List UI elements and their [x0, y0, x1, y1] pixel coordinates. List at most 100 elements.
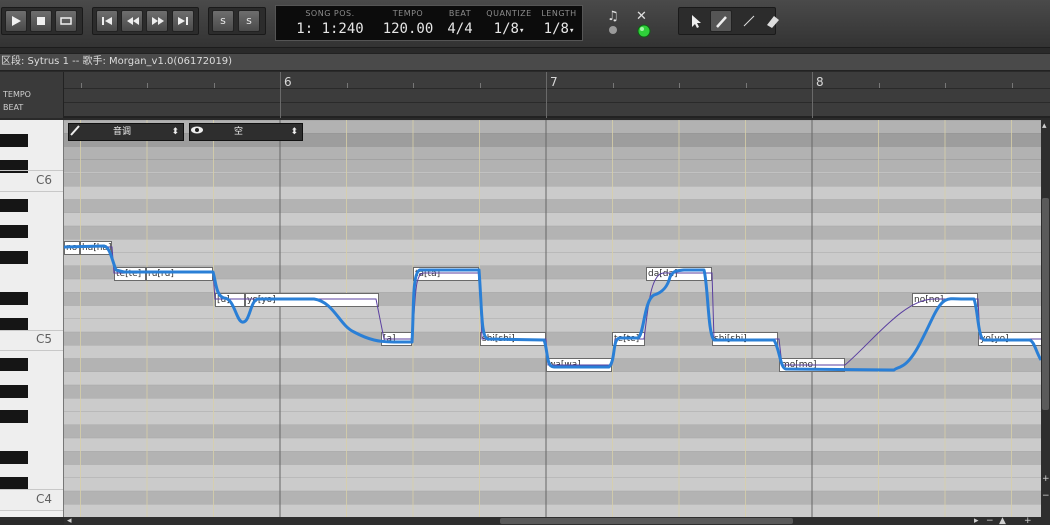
piano-keyboard[interactable]: C6 C5 C4: [0, 120, 64, 517]
octave-label-c5: C5: [36, 332, 53, 346]
eye-icon: [191, 126, 203, 134]
select-tool-icon: [692, 15, 701, 28]
beat-display[interactable]: BEAT 4/4: [442, 9, 478, 37]
scroll-left-icon[interactable]: ◂: [67, 517, 72, 525]
fast-forward-button[interactable]: [146, 10, 168, 32]
black-key[interactable]: [0, 199, 28, 212]
svg-text:✕: ✕: [636, 9, 647, 24]
music-note-icon: ♫: [607, 9, 619, 34]
black-key[interactable]: [0, 160, 28, 173]
pencil-tool[interactable]: [710, 10, 732, 32]
octave-label-c6: C6: [36, 173, 53, 187]
metronome-toggle[interactable]: ♫: [603, 6, 625, 34]
black-key[interactable]: [0, 225, 28, 238]
song-pos-value: 1: 1:240: [296, 21, 364, 37]
song-pos-label: SONG POS.: [305, 9, 355, 18]
toolbar: s s SONG POS. 1: 1:240 TEMPO 120.00 BEAT…: [0, 0, 1050, 48]
black-key[interactable]: [0, 292, 28, 305]
length-dropdown-icon[interactable]: ▾: [569, 26, 574, 36]
white-key-divider: [0, 350, 63, 351]
beat-tick: [879, 83, 880, 88]
song-position[interactable]: SONG POS. 1: 1:240: [286, 9, 374, 37]
view-parameter-select[interactable]: 空 ⬍: [189, 123, 303, 141]
horizontal-scrollbar[interactable]: ◂ ▸ − ▲ +: [64, 517, 1050, 525]
skip-end-button[interactable]: [172, 10, 194, 32]
zoom-in-icon[interactable]: +: [1042, 475, 1050, 484]
beat-tick: [413, 83, 414, 88]
zoom-out-icon[interactable]: −: [1042, 492, 1050, 501]
black-key[interactable]: [0, 451, 28, 464]
stop-icon: [37, 17, 45, 25]
tempo-value: 120.00: [382, 21, 434, 37]
black-key[interactable]: [0, 251, 28, 264]
black-key[interactable]: [0, 358, 28, 371]
pitch-curve-layer[interactable]: [64, 120, 1041, 517]
bar-number-7: 7: [550, 75, 558, 89]
loop-button[interactable]: [55, 10, 77, 32]
h-zoom-out-icon[interactable]: −: [986, 517, 994, 525]
rewind-button[interactable]: [121, 10, 143, 32]
skip-start-button[interactable]: [96, 10, 118, 32]
piano-roll-grid[interactable]: no ha[ha] te[te] ru[ru] [u] yo[yo] [a] t…: [64, 120, 1041, 517]
vertical-scrollbar[interactable]: ▴ + −: [1041, 120, 1050, 517]
beat-tick: [679, 83, 680, 88]
beat-tick: [746, 83, 747, 88]
tempo-row-label: TEMPO: [3, 90, 31, 99]
play-button[interactable]: [5, 10, 27, 32]
line-tool[interactable]: [738, 10, 760, 32]
stop-button[interactable]: [30, 10, 52, 32]
h-zoom-in-icon[interactable]: +: [1024, 517, 1032, 525]
timeline-ruler[interactable]: 6 7 8: [64, 72, 1050, 118]
loop-icon: [60, 17, 72, 25]
quantize-label: QUANTIZE: [486, 9, 532, 18]
scroll-up-icon[interactable]: ▴: [1042, 122, 1047, 131]
beat-tick: [347, 83, 348, 88]
white-key-divider: [0, 510, 63, 511]
line-tool-icon: [743, 15, 755, 27]
svg-text:♫: ♫: [607, 9, 619, 24]
length-display[interactable]: LENGTH 1/8▾: [538, 9, 580, 37]
bar-line-6: [280, 72, 281, 118]
spinner-arrows-icon: ⬍: [171, 127, 179, 137]
bar-number-6: 6: [284, 75, 292, 89]
play-icon: [12, 16, 21, 26]
edit-parameter-select[interactable]: 音调 ⬍: [68, 123, 184, 141]
eraser-tool-icon: [767, 16, 779, 28]
record-toggle[interactable]: ✕: [632, 6, 654, 38]
beat-row-label: BEAT: [3, 103, 24, 112]
step-icon: s: [246, 14, 252, 27]
horizontal-scroll-thumb[interactable]: [500, 518, 793, 524]
white-key-divider: [0, 191, 63, 192]
white-key-divider: [0, 330, 63, 331]
quantize-value: 1/8: [493, 21, 519, 37]
beat-tick: [480, 83, 481, 88]
bar-line-8: [812, 72, 813, 118]
scroll-right-icon[interactable]: ▸: [974, 517, 979, 525]
eraser-tool[interactable]: [762, 10, 784, 32]
tempo-display[interactable]: TEMPO 120.00: [380, 9, 436, 37]
black-key[interactable]: [0, 410, 28, 423]
track-info-bar: 区段: Sytrus 1 -- 歌手: Morgan_v1.0(06172019…: [0, 53, 1050, 71]
view-parameter-value: 空: [234, 127, 244, 137]
pitch-curve: [64, 244, 1041, 372]
transport-display: SONG POS. 1: 1:240 TEMPO 120.00 BEAT 4/4…: [275, 5, 583, 41]
vertical-scroll-thumb[interactable]: [1042, 198, 1049, 410]
ruler-header: TEMPO BEAT: [0, 72, 64, 118]
quantize-display[interactable]: QUANTIZE 1/8▾: [484, 9, 534, 37]
white-key-divider: [0, 489, 63, 490]
bar-number-8: 8: [816, 75, 824, 89]
length-label: LENGTH: [541, 9, 577, 18]
quantize-dropdown-icon[interactable]: ▾: [519, 26, 524, 36]
select-tool[interactable]: [684, 10, 706, 32]
skip-end-icon: [178, 17, 188, 25]
spinner-arrows-icon: ⬍: [290, 127, 298, 137]
crossed-tools-icon: ✕: [636, 9, 651, 38]
beat-tick: [613, 83, 614, 88]
black-key[interactable]: [0, 385, 28, 398]
snap-button[interactable]: s: [212, 10, 234, 32]
ruler-separator: [64, 102, 1050, 103]
h-zoom-slider-icon[interactable]: ▲: [999, 517, 1006, 525]
edit-parameter-value: 音调: [113, 127, 132, 137]
step-button[interactable]: s: [238, 10, 260, 32]
black-key[interactable]: [0, 134, 28, 147]
